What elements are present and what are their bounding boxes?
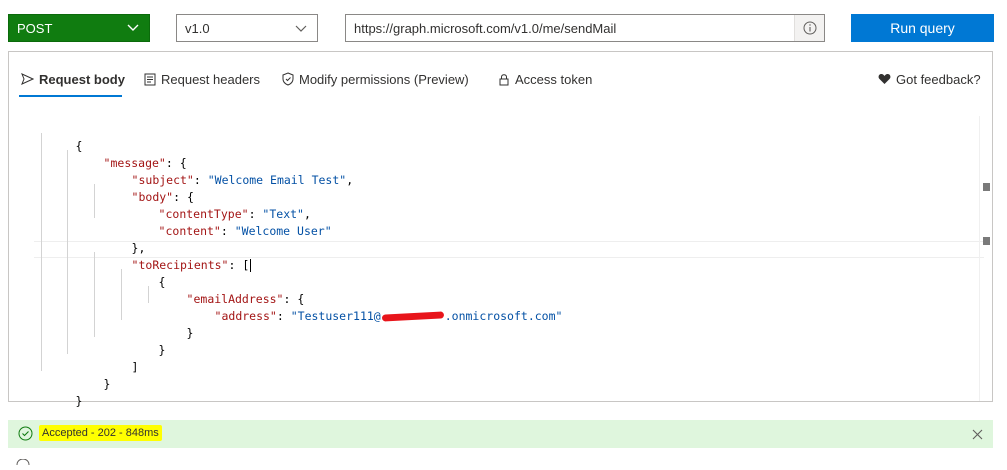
tab-request-body[interactable]: Request body (21, 70, 125, 88)
status-message: Accepted - 202 - 848ms (39, 425, 162, 441)
code-line: } (103, 377, 111, 391)
code-line: "message": { (103, 156, 187, 170)
code-line: } (158, 343, 166, 357)
tab-label: Request body (39, 71, 125, 87)
version-value: v1.0 (185, 20, 210, 36)
tab-modify-permissions[interactable]: Modify permissions (Preview) (282, 70, 469, 88)
send-icon (21, 73, 34, 85)
code-line: "content": "Welcome User" (158, 224, 332, 238)
info-icon[interactable] (794, 15, 824, 41)
version-dropdown[interactable]: v1.0 (176, 14, 318, 42)
check-circle-icon (18, 426, 33, 446)
code-line: ] (131, 360, 139, 374)
code-line: { (158, 275, 166, 289)
run-query-button[interactable]: Run query (851, 14, 994, 42)
editor-scrollbar[interactable] (979, 116, 992, 401)
shield-icon (282, 72, 294, 86)
feedback-label: Got feedback? (896, 71, 981, 87)
close-icon[interactable] (972, 427, 983, 445)
scrollbar-marker (983, 183, 990, 191)
tab-label: Request headers (161, 71, 261, 87)
lock-icon (498, 73, 510, 86)
tab-access-token[interactable]: Access token (498, 70, 592, 88)
heart-icon (878, 73, 891, 85)
http-method-dropdown[interactable]: POST (8, 14, 150, 42)
text-cursor (250, 259, 252, 272)
status-bar: Accepted - 202 - 848ms (8, 420, 993, 448)
feedback-link[interactable]: Got feedback? (878, 70, 981, 88)
url-input[interactable] (346, 15, 794, 41)
code-line: } (75, 394, 83, 408)
tab-request-headers[interactable]: Request headers (144, 70, 260, 88)
code-line: "emailAddress": { (186, 292, 305, 306)
document-icon (144, 73, 156, 86)
active-tab-indicator (19, 95, 122, 97)
request-panel: Request body Request headers Modify perm… (8, 51, 993, 408)
tab-label: Access token (515, 71, 593, 87)
tab-label: Modify permissions (Preview) (299, 71, 469, 87)
code-line: "contentType": "Text", (158, 207, 311, 221)
chevron-down-icon (127, 24, 139, 32)
code-line: } (186, 326, 194, 340)
request-body-editor[interactable]: { "message": { "subject": "Welcome Email… (9, 116, 992, 408)
code-line: "body": { (131, 190, 194, 204)
code-line: "toRecipients": [ (131, 258, 252, 272)
url-field (345, 14, 825, 42)
chevron-down-icon (295, 21, 307, 36)
code-line: "subject": "Welcome Email Test", (131, 173, 354, 187)
http-method-value: POST (17, 20, 53, 36)
code-line: "address": "Testuser111@ .onmicrosoft.com… (214, 309, 563, 323)
partial-icon (16, 452, 30, 470)
code-line: { (75, 139, 83, 153)
scrollbar-marker (983, 237, 990, 245)
code-line: }, (131, 241, 146, 255)
redaction-mark (381, 311, 444, 322)
